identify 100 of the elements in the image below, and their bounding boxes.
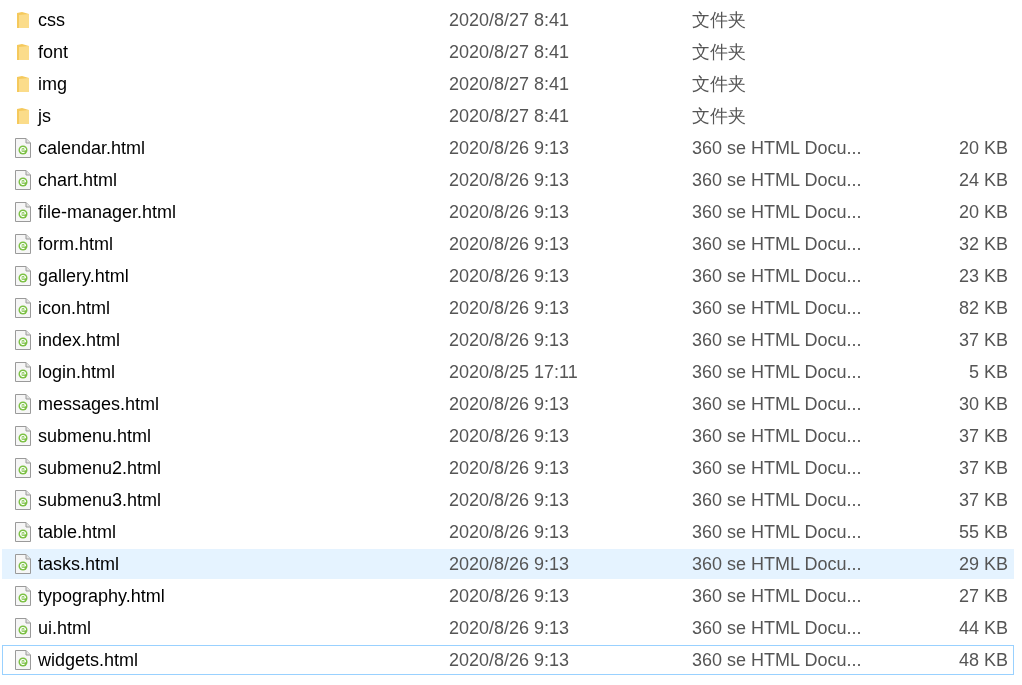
file-size: 23 KB	[958, 265, 1009, 287]
folder-icon	[15, 43, 30, 61]
document-icon	[13, 521, 32, 543]
file-size: 37 KB	[958, 425, 1009, 447]
file-name: messages.html	[38, 393, 161, 415]
file-name: submenu2.html	[38, 457, 163, 479]
modified-date: 2020/8/26 9:13	[449, 489, 571, 511]
modified-date: 2020/8/26 9:13	[449, 137, 571, 159]
file-name: ui.html	[38, 617, 92, 639]
file-row[interactable]: ui.html 2020/8/26 9:13 360 se HTML Docu... 44 KB	[2, 613, 1014, 643]
file-row[interactable]: messages.html 2020/8/26 9:13 360 se HTML Docu... 30 KB	[2, 389, 1014, 419]
file-row[interactable]: form.html 2020/8/26 9:13 360 se HTML Docu... 32 KB	[2, 229, 1014, 259]
file-type: 文件夹	[692, 9, 746, 32]
modified-date: 2020/8/27 8:41	[449, 73, 571, 95]
modified-date: 2020/8/26 9:13	[449, 233, 571, 255]
file-type: 360 se HTML Docu...	[692, 393, 862, 415]
file-type: 360 se HTML Docu...	[692, 265, 862, 287]
file-name: submenu3.html	[38, 489, 163, 511]
file-row[interactable]: gallery.html 2020/8/26 9:13 360 se HTML Docu... 23 KB	[2, 261, 1014, 291]
file-type: 360 se HTML Docu...	[692, 489, 862, 511]
file-type: 360 se HTML Docu...	[692, 233, 862, 255]
file-size: 27 KB	[958, 585, 1009, 607]
modified-date: 2020/8/26 9:13	[449, 169, 571, 191]
file-type: 文件夹	[692, 105, 746, 128]
file-size: 29 KB	[958, 553, 1009, 575]
file-size: 44 KB	[958, 617, 1009, 639]
document-icon	[13, 553, 32, 575]
document-icon	[13, 457, 32, 479]
document-icon	[13, 233, 32, 255]
modified-date: 2020/8/27 8:41	[449, 41, 571, 63]
file-type: 360 se HTML Docu...	[692, 457, 862, 479]
file-row[interactable]: js 2020/8/27 8:41 文件夹	[2, 101, 1014, 131]
document-icon	[13, 393, 32, 415]
file-row[interactable]: img 2020/8/27 8:41 文件夹	[2, 69, 1014, 99]
document-icon	[13, 585, 32, 607]
file-row[interactable]: widgets.html 2020/8/26 9:13 360 se HTML Docu... 48 KB	[2, 645, 1014, 675]
file-name: tasks.html	[38, 553, 121, 575]
file-size: 30 KB	[958, 393, 1009, 415]
file-size: 20 KB	[958, 201, 1009, 223]
modified-date: 2020/8/26 9:13	[449, 649, 571, 671]
file-size: 37 KB	[958, 329, 1009, 351]
document-icon	[13, 361, 32, 383]
modified-date: 2020/8/26 9:13	[449, 585, 571, 607]
modified-date: 2020/8/26 9:13	[449, 457, 571, 479]
file-size: 37 KB	[958, 489, 1009, 511]
file-row[interactable]: table.html 2020/8/26 9:13 360 se HTML Docu... 55 KB	[2, 517, 1014, 547]
file-size: 32 KB	[958, 233, 1009, 255]
file-size: 55 KB	[958, 521, 1009, 543]
file-size: 82 KB	[958, 297, 1009, 319]
document-icon	[13, 137, 32, 159]
document-icon	[13, 489, 32, 511]
folder-icon	[15, 11, 30, 29]
modified-date: 2020/8/26 9:13	[449, 201, 571, 223]
file-type: 360 se HTML Docu...	[692, 137, 862, 159]
file-name: chart.html	[38, 169, 119, 191]
file-row[interactable]: submenu2.html 2020/8/26 9:13 360 se HTML Docu... 37 KB	[2, 453, 1014, 483]
file-type: 文件夹	[692, 41, 746, 64]
file-name: css	[38, 9, 66, 31]
file-type: 360 se HTML Docu...	[692, 329, 862, 351]
file-name: index.html	[38, 329, 122, 351]
file-name: table.html	[38, 521, 118, 543]
file-name: file-manager.html	[38, 201, 178, 223]
file-row[interactable]: index.html 2020/8/26 9:13 360 se HTML Docu... 37 KB	[2, 325, 1014, 355]
modified-date: 2020/8/26 9:13	[449, 521, 571, 543]
document-icon	[13, 169, 32, 191]
file-row[interactable]: tasks.html 2020/8/26 9:13 360 se HTML Docu... 29 KB	[2, 549, 1014, 579]
file-row[interactable]: login.html 2020/8/25 17:11 360 se HTML Docu... 5 KB	[2, 357, 1014, 387]
file-row[interactable]: typography.html 2020/8/26 9:13 360 se HTML Docu... 27 KB	[2, 581, 1014, 611]
document-icon	[13, 649, 32, 671]
file-type: 360 se HTML Docu...	[692, 297, 862, 319]
file-row[interactable]: css 2020/8/27 8:41 文件夹	[2, 5, 1014, 35]
document-icon	[13, 329, 32, 351]
file-type: 360 se HTML Docu...	[692, 169, 862, 191]
file-row[interactable]: icon.html 2020/8/26 9:13 360 se HTML Docu... 82 KB	[2, 293, 1014, 323]
file-row[interactable]: submenu.html 2020/8/26 9:13 360 se HTML Docu... 37 KB	[2, 421, 1014, 451]
modified-date: 2020/8/27 8:41	[449, 9, 571, 31]
file-row[interactable]: font 2020/8/27 8:41 文件夹	[2, 37, 1014, 67]
file-size: 5 KB	[968, 361, 1009, 383]
modified-date: 2020/8/26 9:13	[449, 265, 571, 287]
file-row[interactable]: calendar.html 2020/8/26 9:13 360 se HTML Docu... 20 KB	[2, 133, 1014, 163]
file-name: submenu.html	[38, 425, 153, 447]
file-size: 24 KB	[958, 169, 1009, 191]
file-row[interactable]: chart.html 2020/8/26 9:13 360 se HTML Docu... 24 KB	[2, 165, 1014, 195]
document-icon	[13, 617, 32, 639]
file-type: 360 se HTML Docu...	[692, 361, 862, 383]
file-row[interactable]: file-manager.html 2020/8/26 9:13 360 se HTML Docu... 20 KB	[2, 197, 1014, 227]
modified-date: 2020/8/27 8:41	[449, 105, 571, 127]
file-size: 37 KB	[958, 457, 1009, 479]
file-type: 360 se HTML Docu...	[692, 201, 862, 223]
file-name: widgets.html	[38, 649, 140, 671]
modified-date: 2020/8/26 9:13	[449, 425, 571, 447]
document-icon	[13, 201, 32, 223]
file-row[interactable]: submenu3.html 2020/8/26 9:13 360 se HTML Docu... 37 KB	[2, 485, 1014, 515]
folder-icon	[15, 107, 30, 125]
file-type: 文件夹	[692, 73, 746, 96]
file-type: 360 se HTML Docu...	[692, 585, 862, 607]
file-type: 360 se HTML Docu...	[692, 553, 862, 575]
file-type: 360 se HTML Docu...	[692, 521, 862, 543]
file-name: calendar.html	[38, 137, 147, 159]
file-name: js	[38, 105, 52, 127]
